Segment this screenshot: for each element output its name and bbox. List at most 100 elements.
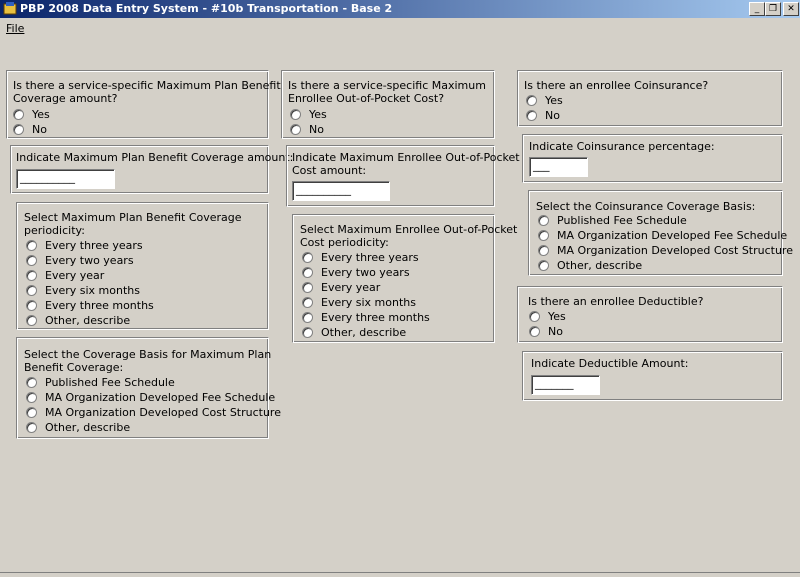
coverage-basis-question-line1: Select the Coverage Basis for Maximum Pl… — [24, 348, 272, 361]
max-oop-amount-input[interactable]: __________ — [292, 181, 390, 201]
radio-circle — [538, 229, 549, 241]
periodicity-option-two-years[interactable]: Every two years — [26, 253, 134, 268]
radio-circle — [302, 311, 313, 323]
periodicity-option-six-months[interactable]: Every six months — [26, 283, 140, 298]
deductible-amount-input[interactable]: _______ — [531, 375, 600, 395]
app-icon — [3, 2, 17, 15]
max-benefit-amount-frame: Indicate Maximum Plan Benefit Coverage a… — [10, 145, 293, 194]
periodicity-option-every-year[interactable]: Every year — [26, 268, 104, 283]
oop-periodicity-option-three-months[interactable]: Every three months — [302, 310, 430, 325]
coinsurance-basis-option-other[interactable]: Other, describe — [538, 258, 642, 273]
max-oop-question-line1: Is there a service-specific Maximum — [288, 79, 486, 92]
deductible-frame: Is there an enrollee Deductible? Yes No — [517, 286, 783, 343]
coinsurance-pct-input[interactable]: ___ — [529, 157, 588, 177]
radio-circle — [26, 284, 37, 296]
radio-circle — [26, 421, 37, 433]
max-benefit-question-line2: Coverage amount? — [13, 92, 118, 105]
oop-periodicity-option-three-years[interactable]: Every three years — [302, 250, 419, 265]
radio-circle — [26, 254, 37, 266]
minimize-button[interactable]: _ — [749, 2, 765, 16]
coinsurance-yes-radio[interactable]: Yes — [526, 93, 563, 108]
max-benefit-amount-label: Indicate Maximum Plan Benefit Coverage a… — [16, 151, 294, 164]
close-icon: ✕ — [787, 4, 795, 14]
max-benefit-no-radio[interactable]: No — [13, 122, 47, 137]
title-bar[interactable]: PBP 2008 Data Entry System - #10b Transp… — [0, 0, 800, 18]
radio-circle — [302, 296, 313, 308]
periodicity-question-line1: Select Maximum Plan Benefit Coverage — [24, 211, 242, 224]
oop-periodicity-frame: Select Maximum Enrollee Out-of-Pocket Co… — [292, 214, 517, 343]
max-oop-amount-frame: Indicate Maximum Enrollee Out-of-Pocket … — [286, 145, 520, 207]
oop-periodicity-option-six-months[interactable]: Every six months — [302, 295, 416, 310]
radio-circle — [526, 109, 537, 121]
coinsurance-frame: Is there an enrollee Coinsurance? Yes No — [517, 70, 783, 127]
radio-circle — [26, 269, 37, 281]
oop-periodicity-question-line2: Cost periodicity: — [300, 236, 389, 249]
deductible-yes-radio[interactable]: Yes — [529, 309, 566, 324]
radio-circle — [26, 376, 37, 388]
max-oop-no-radio[interactable]: No — [290, 122, 324, 137]
oop-periodicity-option-two-years[interactable]: Every two years — [302, 265, 410, 280]
coinsurance-basis-option-cost-structure[interactable]: MA Organization Developed Cost Structure — [538, 243, 793, 258]
max-oop-frame: Is there a service-specific Maximum Enro… — [281, 70, 495, 139]
radio-circle — [13, 123, 24, 135]
oop-periodicity-option-other[interactable]: Other, describe — [302, 325, 406, 340]
coverage-basis-option-other[interactable]: Other, describe — [26, 420, 130, 435]
max-benefit-question-line1: Is there a service-specific Maximum Plan… — [13, 79, 281, 92]
coinsurance-pct-frame: Indicate Coinsurance percentage: ___ — [522, 134, 783, 183]
max-oop-question-line2: Enrollee Out-of-Pocket Cost? — [288, 92, 445, 105]
periodicity-frame: Select Maximum Plan Benefit Coverage per… — [16, 202, 269, 330]
radio-circle — [302, 251, 313, 263]
close-button[interactable]: ✕ — [783, 2, 799, 16]
max-benefit-amount-input[interactable]: __________ — [16, 169, 115, 189]
window-title: PBP 2008 Data Entry System - #10b Transp… — [20, 2, 393, 15]
max-oop-yes-radio[interactable]: Yes — [290, 107, 327, 122]
radio-circle — [538, 244, 549, 256]
menu-bar: File — [0, 19, 800, 37]
max-benefit-frame: Is there a service-specific Maximum Plan… — [6, 70, 281, 139]
deductible-no-radio[interactable]: No — [529, 324, 563, 339]
radio-circle — [529, 325, 540, 337]
oop-periodicity-question-line1: Select Maximum Enrollee Out-of-Pocket — [300, 223, 518, 236]
radio-circle — [26, 299, 37, 311]
radio-circle — [529, 310, 540, 322]
radio-circle — [26, 314, 37, 326]
max-oop-amount-label-line1: Indicate Maximum Enrollee Out-of-Pocket — [292, 151, 520, 164]
window-bottom-edge — [0, 572, 800, 577]
deductible-amount-label: Indicate Deductible Amount: — [531, 357, 689, 370]
radio-circle — [13, 108, 24, 120]
menu-file[interactable]: File — [6, 22, 24, 35]
radio-circle — [26, 406, 37, 418]
max-oop-amount-label-line2: Cost amount: — [292, 164, 367, 177]
radio-circle — [302, 281, 313, 293]
coverage-basis-option-published[interactable]: Published Fee Schedule — [26, 375, 175, 390]
radio-circle — [290, 123, 301, 135]
radio-circle — [290, 108, 301, 120]
coverage-basis-option-fee-schedule[interactable]: MA Organization Developed Fee Schedule — [26, 390, 275, 405]
coverage-basis-option-cost-structure[interactable]: MA Organization Developed Cost Structure — [26, 405, 281, 420]
coinsurance-no-radio[interactable]: No — [526, 108, 560, 123]
periodicity-option-three-months[interactable]: Every three months — [26, 298, 154, 313]
max-benefit-yes-radio[interactable]: Yes — [13, 107, 50, 122]
restore-button[interactable]: ❐ — [765, 2, 781, 16]
periodicity-question-line2: periodicity: — [24, 224, 85, 237]
radio-circle — [538, 214, 549, 226]
radio-circle — [538, 259, 549, 271]
radio-circle — [302, 266, 313, 278]
coverage-basis-frame: Select the Coverage Basis for Maximum Pl… — [16, 337, 281, 439]
coinsurance-question: Is there an enrollee Coinsurance? — [524, 79, 709, 92]
radio-circle — [26, 391, 37, 403]
deductible-question: Is there an enrollee Deductible? — [528, 295, 704, 308]
coinsurance-pct-label: Indicate Coinsurance percentage: — [529, 140, 715, 153]
coverage-basis-question-line2: Benefit Coverage: — [24, 361, 124, 374]
oop-periodicity-option-every-year[interactable]: Every year — [302, 280, 380, 295]
periodicity-option-three-years[interactable]: Every three years — [26, 238, 143, 253]
restore-icon: ❐ — [768, 4, 778, 14]
deductible-amount-frame: Indicate Deductible Amount: _______ — [522, 351, 783, 401]
coinsurance-basis-option-published[interactable]: Published Fee Schedule — [538, 213, 687, 228]
coinsurance-basis-frame: Select the Coinsurance Coverage Basis: P… — [528, 190, 793, 276]
coinsurance-basis-option-fee-schedule[interactable]: MA Organization Developed Fee Schedule — [538, 228, 787, 243]
coinsurance-basis-question: Select the Coinsurance Coverage Basis: — [536, 200, 756, 213]
periodicity-option-other[interactable]: Other, describe — [26, 313, 130, 328]
radio-circle — [26, 239, 37, 251]
radio-circle — [526, 94, 537, 106]
